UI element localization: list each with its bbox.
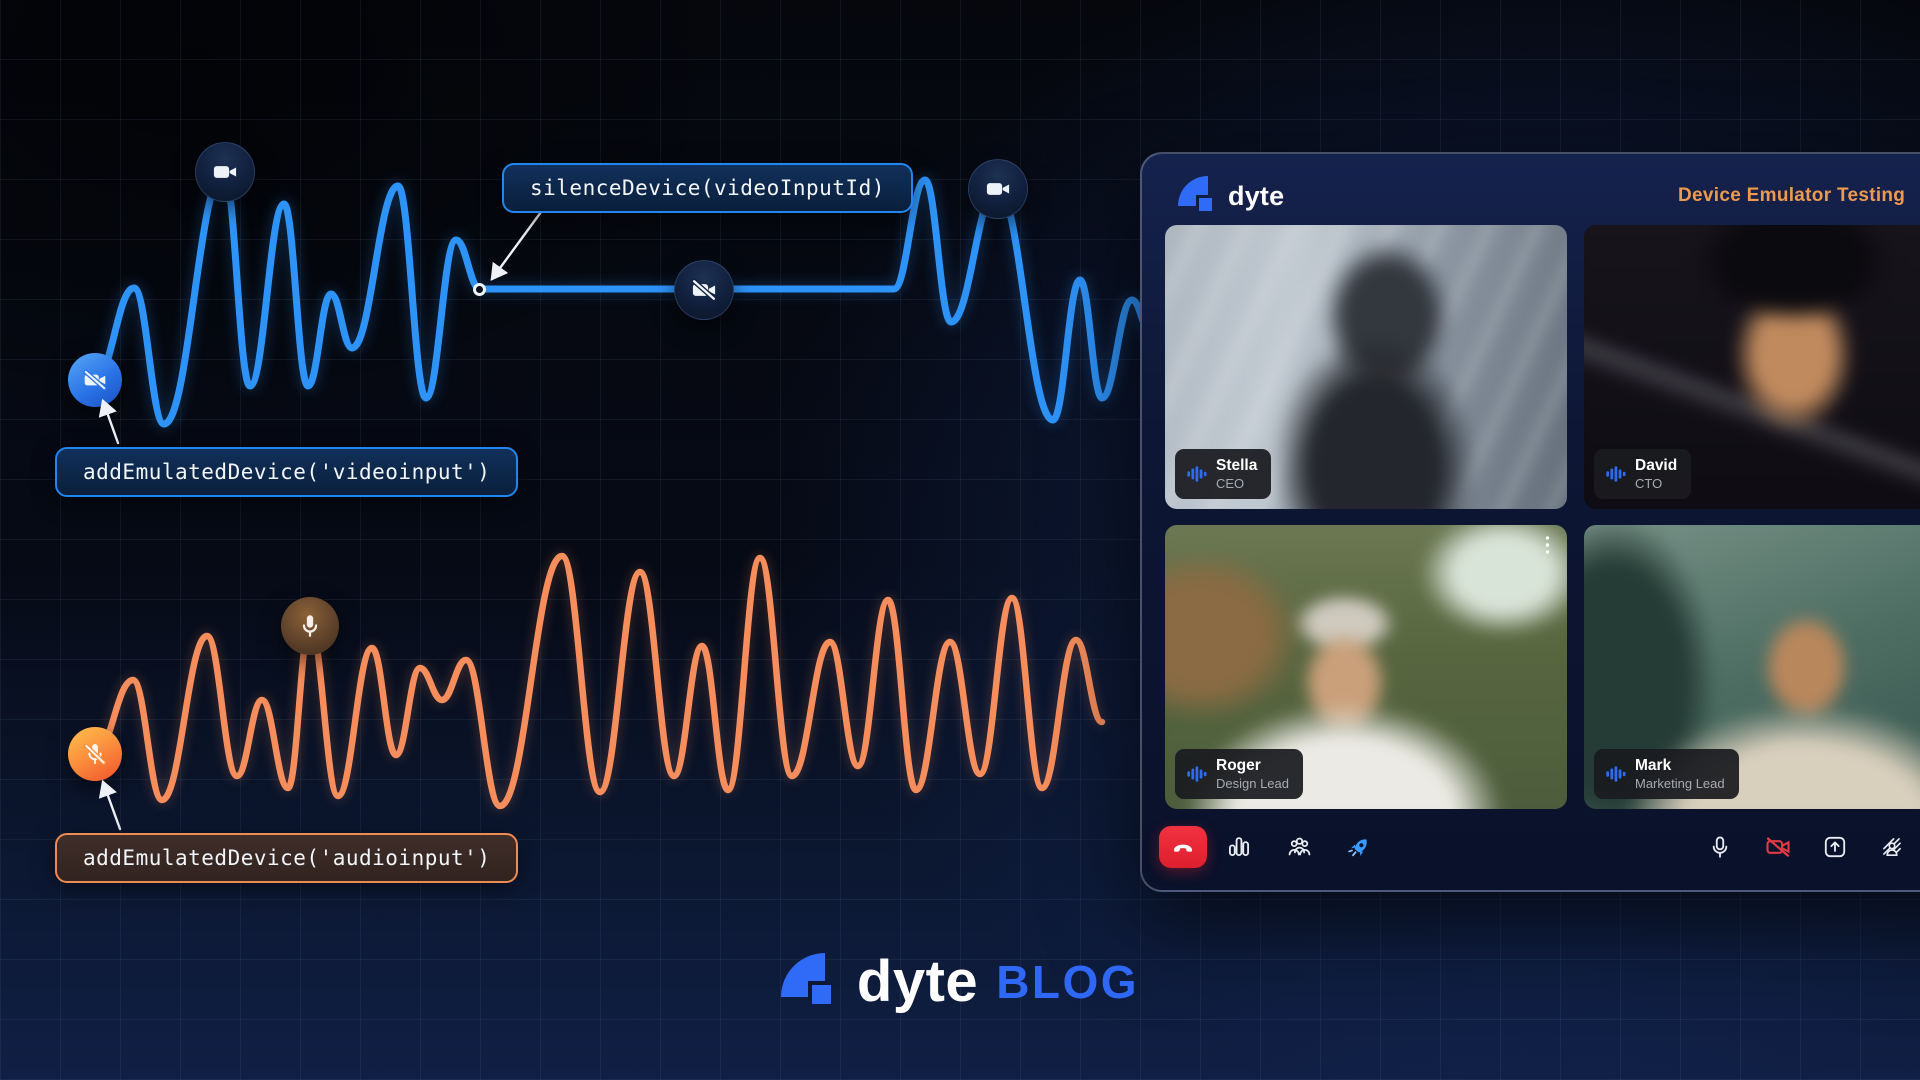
share-screen-button[interactable] bbox=[1813, 827, 1857, 867]
effects-icon bbox=[1879, 834, 1905, 860]
add-audioinput-label: addEmulatedDevice('audioinput') bbox=[55, 833, 518, 883]
participant-tile-stella: Stella CEO bbox=[1165, 225, 1567, 509]
audio-level-icon bbox=[1604, 463, 1626, 485]
camera-icon bbox=[211, 158, 239, 186]
participant-badge: David CTO bbox=[1594, 449, 1691, 499]
participants-icon bbox=[1286, 834, 1313, 861]
blog-footer-logo: dyte BLOG bbox=[0, 948, 1920, 1015]
kebab-menu-icon[interactable] bbox=[1537, 533, 1557, 557]
camera-icon bbox=[984, 175, 1012, 203]
participant-tile-mark: Mark Marketing Lead bbox=[1584, 525, 1920, 809]
audio-waveform bbox=[95, 556, 1102, 806]
participant-role: CTO bbox=[1635, 476, 1677, 492]
silence-point-marker bbox=[473, 283, 486, 296]
footer-brand-text: dyte bbox=[857, 948, 978, 1015]
participant-name: Stella bbox=[1216, 456, 1257, 475]
participant-role: Marketing Lead bbox=[1635, 776, 1725, 792]
camera-badge bbox=[195, 142, 255, 202]
camera-off-badge bbox=[68, 353, 122, 407]
hero-canvas: silenceDevice(videoInputId) addEmulatedD… bbox=[0, 0, 1920, 1080]
participant-role: Design Lead bbox=[1216, 776, 1289, 792]
camera-off-badge bbox=[674, 260, 734, 320]
window-header-badge: Device Emulator Testing bbox=[1678, 185, 1905, 207]
silence-device-label: silenceDevice(videoInputId) bbox=[502, 163, 913, 213]
hangup-icon bbox=[1170, 834, 1196, 860]
dyte-logo-mark bbox=[1178, 176, 1218, 216]
rocket-icon bbox=[1340, 828, 1378, 866]
participant-badge: Roger Design Lead bbox=[1175, 749, 1303, 799]
microphone-off-icon bbox=[82, 741, 108, 767]
arrow-icon bbox=[492, 212, 541, 279]
participant-tile-david: David CTO bbox=[1584, 225, 1920, 509]
arrow-icon bbox=[103, 782, 120, 829]
audio-level-icon bbox=[1185, 763, 1207, 785]
microphone-off-badge bbox=[68, 727, 122, 781]
participant-role: CEO bbox=[1216, 476, 1257, 492]
add-videoinput-label: addEmulatedDevice('videoinput') bbox=[55, 447, 518, 497]
camera-off-icon bbox=[82, 367, 108, 393]
camera-off-icon bbox=[1764, 833, 1792, 861]
leave-call-button[interactable] bbox=[1159, 826, 1207, 868]
camera-badge bbox=[968, 159, 1028, 219]
microphone-icon bbox=[1707, 834, 1733, 860]
microphone-badge bbox=[281, 597, 339, 655]
stats-button[interactable] bbox=[1217, 827, 1261, 867]
dyte-logo-mark bbox=[781, 953, 839, 1011]
footer-blog-text: BLOG bbox=[996, 955, 1139, 1009]
microphone-button[interactable] bbox=[1698, 827, 1742, 867]
integrations-button[interactable] bbox=[1337, 827, 1381, 867]
microphone-icon bbox=[296, 612, 324, 640]
dyte-logo-text: dyte bbox=[1228, 181, 1284, 212]
participant-badge: Stella CEO bbox=[1175, 449, 1271, 499]
arrow-icon bbox=[103, 401, 118, 443]
upload-icon bbox=[1822, 834, 1848, 860]
camera-off-icon bbox=[690, 276, 718, 304]
stats-icon bbox=[1226, 834, 1252, 860]
participant-name: Mark bbox=[1635, 756, 1725, 775]
audio-level-icon bbox=[1604, 763, 1626, 785]
dyte-logo: dyte bbox=[1178, 176, 1284, 216]
call-window: dyte Device Emulator Testing Stella CEO bbox=[1140, 152, 1920, 892]
participant-name: David bbox=[1635, 456, 1677, 475]
camera-off-button[interactable] bbox=[1756, 827, 1800, 867]
participant-badge: Mark Marketing Lead bbox=[1594, 749, 1739, 799]
audio-level-icon bbox=[1185, 463, 1207, 485]
participants-button[interactable] bbox=[1277, 827, 1321, 867]
participant-name: Roger bbox=[1216, 756, 1289, 775]
participant-tile-roger: Roger Design Lead bbox=[1165, 525, 1567, 809]
effects-button[interactable] bbox=[1870, 827, 1914, 867]
